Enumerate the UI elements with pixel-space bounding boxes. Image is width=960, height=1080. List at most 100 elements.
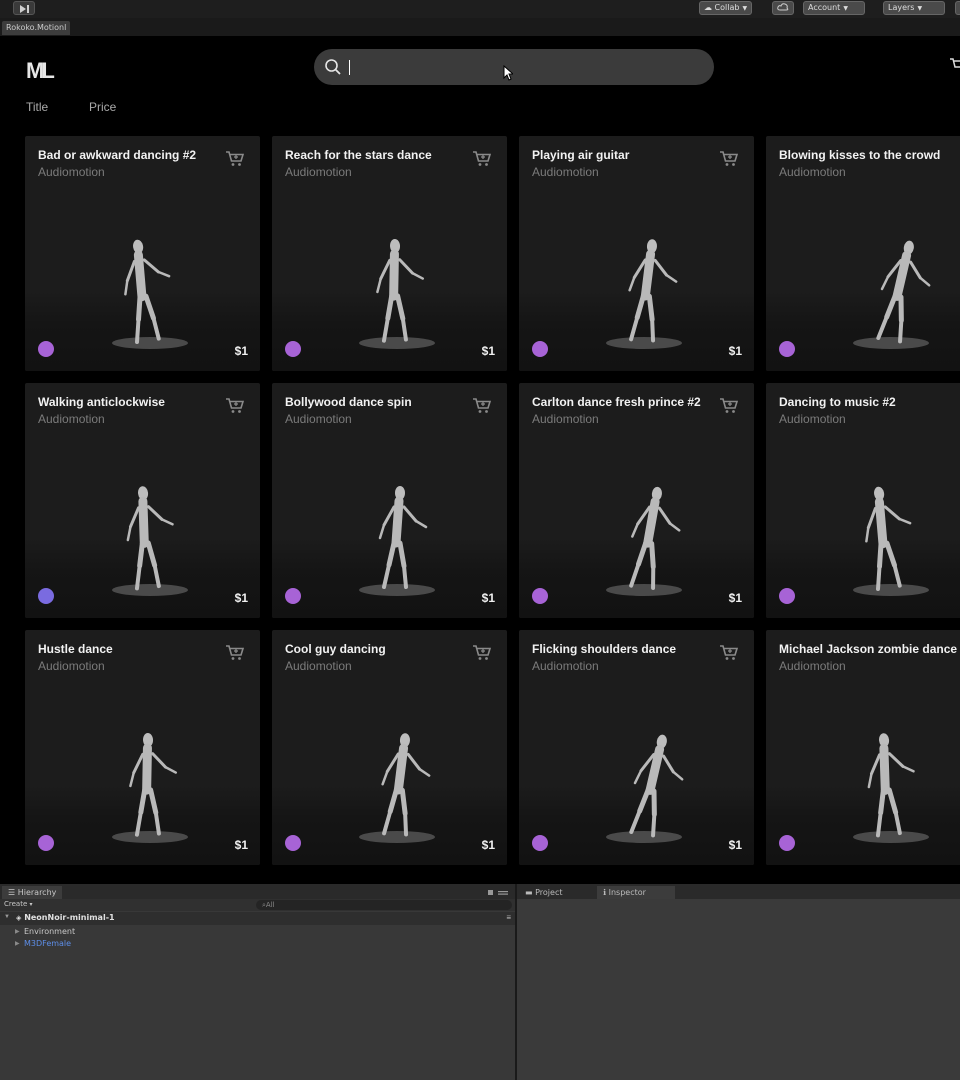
card-price: $1 bbox=[728, 591, 742, 605]
hierarchy-search[interactable]: ⌕All bbox=[256, 900, 512, 910]
scene-menu-icon[interactable]: ≡ bbox=[506, 913, 511, 922]
product-card[interactable]: Dancing to music #2Audiomotion$1 bbox=[766, 383, 960, 618]
author-avatar bbox=[779, 835, 795, 851]
store-logo[interactable]: ML bbox=[26, 58, 55, 84]
hierarchy-item[interactable]: ▶ M3DFemale bbox=[15, 939, 71, 948]
product-card[interactable]: Carlton dance fresh prince #2 Audiomotion… bbox=[519, 383, 754, 618]
card-title[interactable]: Walking anticlockwise bbox=[38, 395, 223, 409]
card-price: $1 bbox=[481, 344, 495, 358]
step-button[interactable] bbox=[13, 1, 35, 15]
collab-button[interactable]: ☁ Collab ▼ bbox=[699, 1, 753, 15]
info-icon: ℹ bbox=[603, 888, 607, 897]
chevron-down-icon: ▼ bbox=[843, 5, 848, 12]
product-card[interactable]: Bad or awkward dancing #2 Audiomotion $1 bbox=[25, 136, 260, 371]
unity-scene-icon: ◈ bbox=[16, 914, 22, 922]
card-title[interactable]: Cool guy dancing bbox=[285, 642, 470, 656]
add-to-cart-icon[interactable] bbox=[720, 644, 739, 666]
project-tab-label: Project bbox=[535, 888, 563, 897]
author-avatar bbox=[285, 835, 301, 851]
product-card[interactable]: Bollywood dance spin Audiomotion $1 bbox=[272, 383, 507, 618]
add-to-cart-icon[interactable] bbox=[226, 150, 245, 172]
account-dropdown[interactable]: Account ▼ bbox=[803, 1, 865, 15]
sort-by-price[interactable]: Price bbox=[89, 100, 116, 114]
scene-name-text: NeonNoir-minimal-1 bbox=[24, 913, 115, 922]
product-card[interactable]: Michael Jackson zombie danceAudiomotion$… bbox=[766, 630, 960, 865]
card-title[interactable]: Bollywood dance spin bbox=[285, 395, 470, 409]
inspector-area: ▬ Project ℹ Inspector bbox=[517, 884, 960, 1080]
cloud-icon bbox=[777, 3, 789, 11]
layers-dropdown[interactable]: Layers ▼ bbox=[883, 1, 945, 15]
card-price: $1 bbox=[481, 591, 495, 605]
text-caret bbox=[349, 60, 350, 75]
cloud-services-button[interactable] bbox=[772, 1, 794, 15]
card-title[interactable]: Hustle dance bbox=[38, 642, 223, 656]
chevron-down-icon: ▼ bbox=[917, 5, 923, 12]
tab-hierarchy[interactable]: ☰ Hierarchy bbox=[2, 886, 63, 899]
panel-menu-icon[interactable] bbox=[488, 888, 510, 896]
search-bar[interactable] bbox=[314, 49, 714, 85]
scene-name: ◈ NeonNoir-minimal-1 bbox=[16, 913, 115, 922]
sort-by-title[interactable]: Title bbox=[26, 100, 48, 114]
card-title[interactable]: Michael Jackson zombie dance bbox=[779, 642, 960, 656]
card-author: Audiomotion bbox=[532, 659, 599, 673]
card-title[interactable]: Reach for the stars dance bbox=[285, 148, 470, 162]
expand-arrow-icon[interactable]: ▶ bbox=[15, 940, 20, 947]
hierarchy-search-label: All bbox=[265, 901, 275, 909]
add-to-cart-icon[interactable] bbox=[473, 644, 492, 666]
product-card[interactable]: Reach for the stars dance Audiomotion $1 bbox=[272, 136, 507, 371]
card-title[interactable]: Flicking shoulders dance bbox=[532, 642, 717, 656]
add-to-cart-icon[interactable] bbox=[473, 150, 492, 172]
author-avatar bbox=[779, 341, 795, 357]
add-to-cart-icon[interactable] bbox=[720, 397, 739, 419]
card-author: Audiomotion bbox=[779, 412, 846, 426]
tab-inspector[interactable]: ℹ Inspector bbox=[597, 886, 675, 899]
hierarchy-item[interactable]: ▶ Environment bbox=[15, 927, 75, 936]
inspector-tab-label: Inspector bbox=[608, 888, 646, 897]
product-card[interactable]: Playing air guitar Audiomotion $1 bbox=[519, 136, 754, 371]
card-author: Audiomotion bbox=[38, 412, 105, 426]
author-avatar bbox=[285, 341, 301, 357]
layout-dropdown[interactable] bbox=[955, 1, 960, 15]
collab-label: Collab bbox=[714, 3, 740, 12]
product-card[interactable]: Walking anticlockwise Audiomotion $1 bbox=[25, 383, 260, 618]
add-to-cart-icon[interactable] bbox=[226, 644, 245, 666]
chevron-down-icon: ▼ bbox=[742, 5, 748, 12]
expand-arrow-icon[interactable]: ▶ bbox=[15, 928, 20, 935]
card-title[interactable]: Playing air guitar bbox=[532, 148, 717, 162]
list-icon: ☰ bbox=[8, 888, 16, 897]
search-input[interactable] bbox=[348, 56, 692, 80]
card-title[interactable]: Bad or awkward dancing #2 bbox=[38, 148, 223, 162]
card-title[interactable]: Blowing kisses to the crowd bbox=[779, 148, 960, 162]
expand-arrow-icon[interactable]: ▼ bbox=[4, 914, 10, 920]
motion-store: ML Title Price Bad or awkward dancing #2… bbox=[0, 36, 960, 880]
hierarchy-tabbar: ☰ Hierarchy bbox=[0, 884, 515, 899]
cart-icon[interactable] bbox=[950, 56, 960, 72]
unity-toolbar: ☁ Collab ▼ Account ▼ Layers ▼ bbox=[0, 0, 960, 19]
add-to-cart-icon[interactable] bbox=[226, 397, 245, 419]
product-card[interactable]: Cool guy dancing Audiomotion $1 bbox=[272, 630, 507, 865]
create-label: Create bbox=[4, 900, 28, 908]
scene-row[interactable]: ▼ ◈ NeonNoir-minimal-1 ≡ bbox=[0, 912, 515, 925]
tab-project[interactable]: ▬ Project bbox=[519, 886, 568, 899]
card-title[interactable]: Carlton dance fresh prince #2 bbox=[532, 395, 717, 409]
step-icon bbox=[20, 5, 29, 13]
window-tab-rokoko[interactable]: Rokoko.Motionl bbox=[2, 21, 71, 35]
search-icon bbox=[325, 59, 341, 75]
right-tabbar: ▬ Project ℹ Inspector bbox=[517, 884, 960, 899]
product-card[interactable]: Hustle dance Audiomotion $1 bbox=[25, 630, 260, 865]
folder-icon: ▬ bbox=[525, 888, 533, 897]
account-label: Account bbox=[808, 3, 841, 12]
add-to-cart-icon[interactable] bbox=[720, 150, 739, 172]
product-card[interactable]: Blowing kisses to the crowdAudiomotion$1 bbox=[766, 136, 960, 371]
card-title[interactable]: Dancing to music #2 bbox=[779, 395, 960, 409]
product-card[interactable]: Flicking shoulders dance Audiomotion $1 bbox=[519, 630, 754, 865]
layers-label: Layers bbox=[888, 3, 915, 12]
hierarchy-panel: ☰ Hierarchy Create ▾ ⌕All ▼ ◈ NeonNoir-m… bbox=[0, 884, 515, 1080]
card-author: Audiomotion bbox=[532, 165, 599, 179]
card-author: Audiomotion bbox=[285, 659, 352, 673]
author-avatar bbox=[532, 835, 548, 851]
chevron-down-icon: ▾ bbox=[29, 901, 33, 908]
create-dropdown[interactable]: Create ▾ bbox=[4, 900, 33, 908]
hierarchy-tab-label: Hierarchy bbox=[17, 888, 57, 897]
add-to-cart-icon[interactable] bbox=[473, 397, 492, 419]
